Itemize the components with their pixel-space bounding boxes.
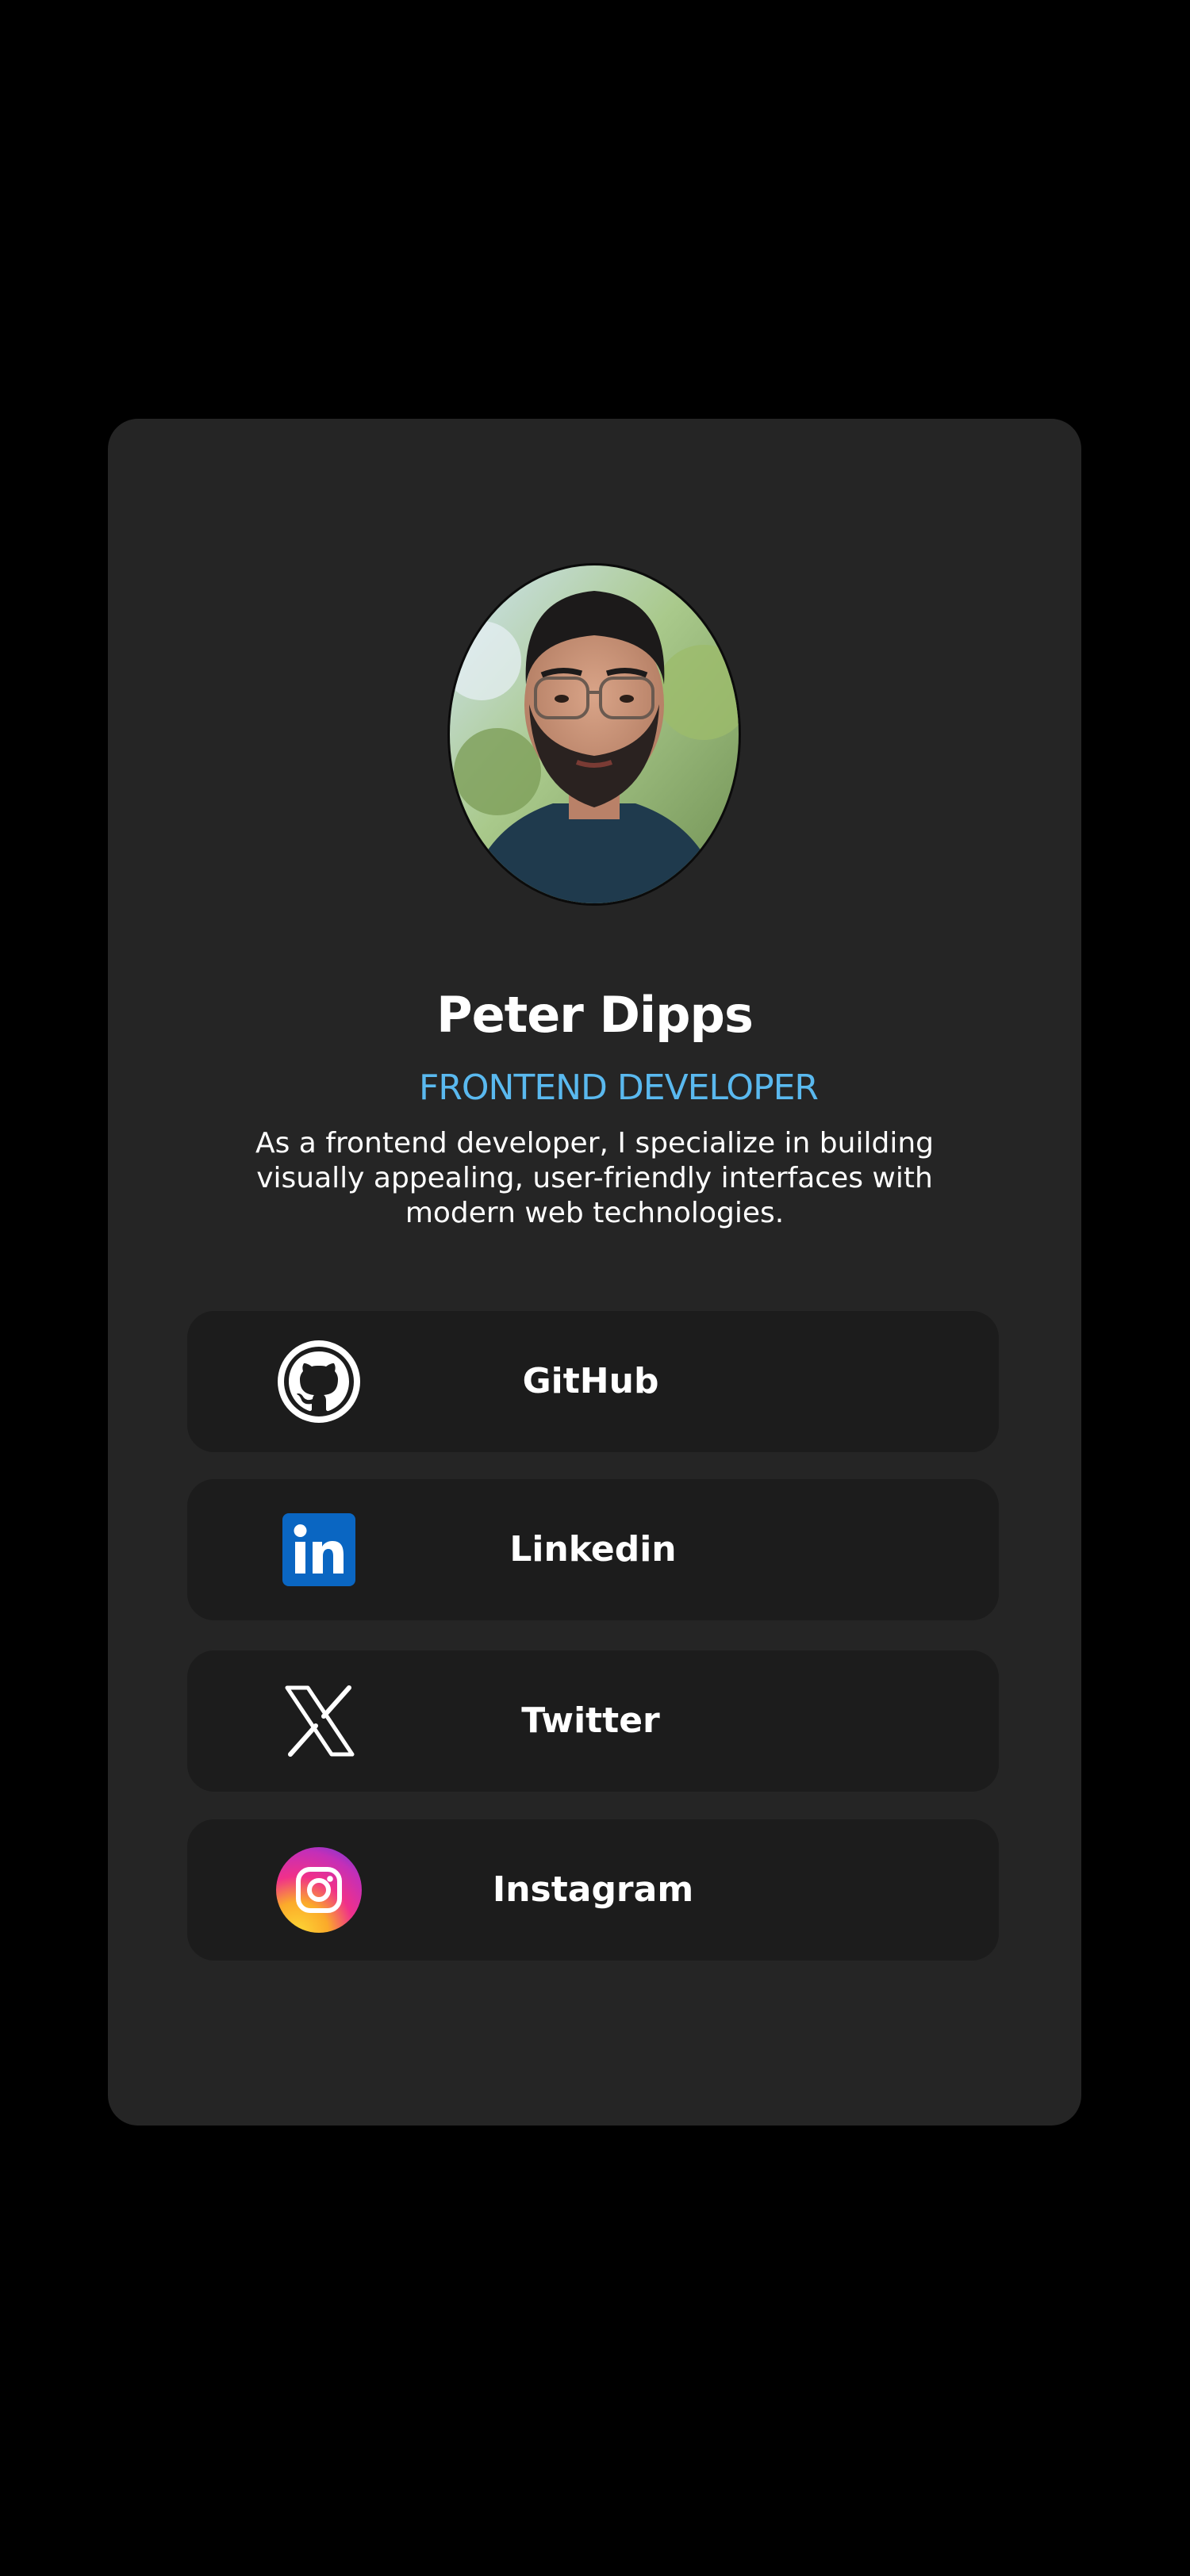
avatar xyxy=(447,563,741,906)
linkedin-label: Linkedin xyxy=(509,1529,677,1570)
profile-bio: As a frontend developer, I specialize in… xyxy=(255,1127,935,1229)
avatar-photo xyxy=(450,565,739,903)
profile-card: Peter Dipps FRONTEND DEVELOPER As a fron… xyxy=(108,419,1081,2126)
twitter-link-button[interactable]: Twitter xyxy=(187,1650,999,1792)
linkedin-link-button[interactable]: Linkedin xyxy=(187,1479,999,1620)
profile-name: Peter Dipps xyxy=(436,986,754,1044)
github-link-button[interactable]: GitHub xyxy=(187,1311,999,1452)
profile-role: FRONTEND DEVELOPER xyxy=(419,1068,819,1108)
instagram-link-button[interactable]: Instagram xyxy=(187,1819,999,1961)
github-label: GitHub xyxy=(522,1361,659,1401)
instagram-label: Instagram xyxy=(492,1869,694,1910)
twitter-label: Twitter xyxy=(521,1700,660,1741)
